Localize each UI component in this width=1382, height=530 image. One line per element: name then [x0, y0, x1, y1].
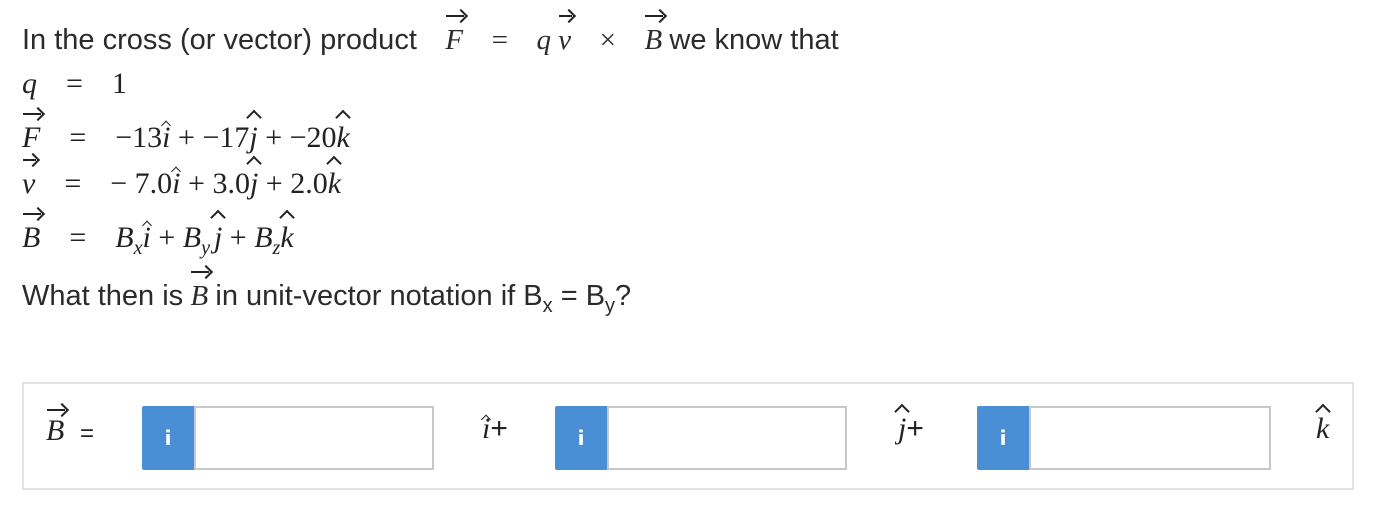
unit-i-label: i+	[482, 412, 508, 446]
eq-q: q	[536, 24, 551, 56]
plus-sign: +	[906, 412, 924, 445]
unit-k-hat: k	[280, 218, 293, 258]
unit-k-label: k	[1316, 412, 1330, 445]
v-lhs: v	[22, 159, 37, 204]
B-y: B	[182, 221, 202, 254]
prompt-eq: = B	[552, 280, 606, 312]
unit-j-label: j+	[898, 412, 924, 446]
unit-j-hat: j	[249, 118, 257, 158]
v-line: v = − 7.0i + 3.0j + 2.0k	[22, 159, 341, 204]
eq-F: F	[445, 15, 464, 60]
B-line: B = Bxi + By j + Bzk	[22, 213, 294, 261]
F-x: −13	[115, 121, 163, 154]
F-plus1: +	[178, 121, 195, 154]
B-plus2: +	[229, 221, 247, 254]
intro-line: In the cross (or vector) product F = q v…	[22, 15, 839, 60]
prompt-before: What then is	[22, 280, 184, 312]
q-lhs: q	[22, 67, 37, 100]
v-plus1: +	[188, 167, 205, 200]
answer-panel: B = i i+ i j+ i k	[22, 382, 1354, 490]
v-z: 2.0	[290, 167, 328, 200]
plus-sign: +	[490, 412, 508, 445]
B-lhs: B	[22, 213, 42, 258]
B-x: B	[115, 221, 134, 254]
prompt-after: in unit-vector notation if B	[215, 280, 543, 312]
B-z-sub: z	[272, 237, 281, 259]
intro-text: In the cross (or vector) product	[22, 24, 417, 56]
q-eq: =	[66, 67, 83, 100]
q-value: 1	[111, 67, 127, 100]
eq-equals: =	[491, 24, 508, 56]
answer-B-label: B	[46, 409, 66, 447]
prompt-line: What then is B in unit-vector notation i…	[22, 271, 632, 319]
B-eq: =	[69, 221, 87, 254]
info-icon[interactable]: i	[555, 406, 607, 470]
F-eq: =	[69, 121, 87, 154]
info-icon[interactable]: i	[142, 406, 194, 470]
answer-equals: =	[80, 420, 95, 447]
by-input[interactable]	[607, 406, 847, 470]
B-plus1: +	[158, 221, 176, 254]
prompt-end: ?	[615, 280, 632, 312]
B-z: B	[254, 221, 273, 254]
intro-suffix: we know that	[669, 24, 839, 56]
unit-j-hat: j	[898, 412, 907, 445]
F-y: −17	[202, 121, 250, 154]
unit-j-hat: j	[250, 164, 258, 204]
F-z: −20	[289, 121, 337, 154]
q-line: q = 1	[22, 64, 127, 104]
v-y: 3.0	[212, 167, 250, 200]
eq-v: v	[558, 15, 572, 60]
v-plus2: +	[265, 167, 283, 200]
prompt-sub-y: y	[605, 295, 616, 317]
unit-i-hat: i	[482, 412, 491, 445]
F-lhs: F	[22, 113, 42, 158]
unit-i-hat: i	[142, 218, 150, 258]
prompt-sub-x: x	[542, 295, 553, 317]
v-eq: =	[64, 167, 82, 200]
unit-k-hat: k	[328, 164, 341, 204]
eq-cross: ×	[599, 24, 616, 56]
unit-j-hat: j	[214, 218, 222, 258]
unit-i-hat: i	[162, 118, 170, 158]
B-x-sub: x	[133, 237, 143, 259]
bx-input[interactable]	[194, 406, 434, 470]
info-icon[interactable]: i	[977, 406, 1029, 470]
v-x: − 7.0	[110, 167, 173, 200]
B-y-sub: y	[201, 237, 210, 259]
unit-k-hat: k	[337, 118, 350, 158]
F-line: F = −13i + −17j + −20k	[22, 113, 350, 158]
eq-B: B	[644, 15, 663, 60]
F-plus2: +	[265, 121, 283, 154]
unit-i-hat: i	[172, 164, 180, 204]
bz-input[interactable]	[1029, 406, 1271, 470]
prompt-B: B	[190, 271, 209, 316]
